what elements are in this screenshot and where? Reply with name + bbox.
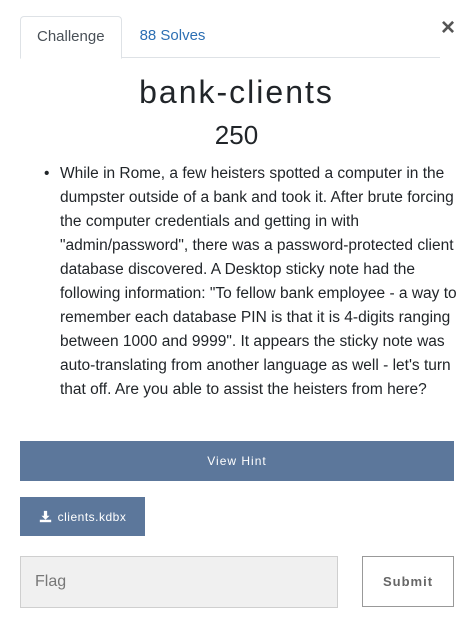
download-icon — [39, 510, 51, 523]
close-button[interactable]: × — [441, 16, 455, 40]
challenge-description: While in Rome, a few heisters spotted a … — [60, 165, 457, 398]
close-icon: × — [440, 14, 455, 41]
challenge-modal: × Challenge 88 Solves bank-clients 250 •… — [0, 0, 473, 629]
tab-solves[interactable]: 88 Solves — [122, 16, 222, 58]
challenge-title: bank-clients — [139, 74, 334, 110]
tab-challenge-label: Challenge — [37, 28, 105, 45]
tab-solves-label: 88 Solves — [139, 27, 206, 44]
file-name: clients.kdbx — [57, 509, 127, 524]
view-hint-button[interactable]: View Hint — [20, 441, 454, 481]
bullet-icon: • — [44, 165, 50, 182]
submit-button[interactable]: Submit — [362, 556, 454, 607]
flag-input[interactable]: Flag — [20, 556, 338, 608]
tab-challenge[interactable]: Challenge — [20, 16, 122, 59]
challenge-tabs: Challenge 88 Solves — [20, 16, 440, 59]
challenge-points: 250 — [214, 120, 259, 150]
file-download-button[interactable]: clients.kdbx — [20, 497, 145, 536]
